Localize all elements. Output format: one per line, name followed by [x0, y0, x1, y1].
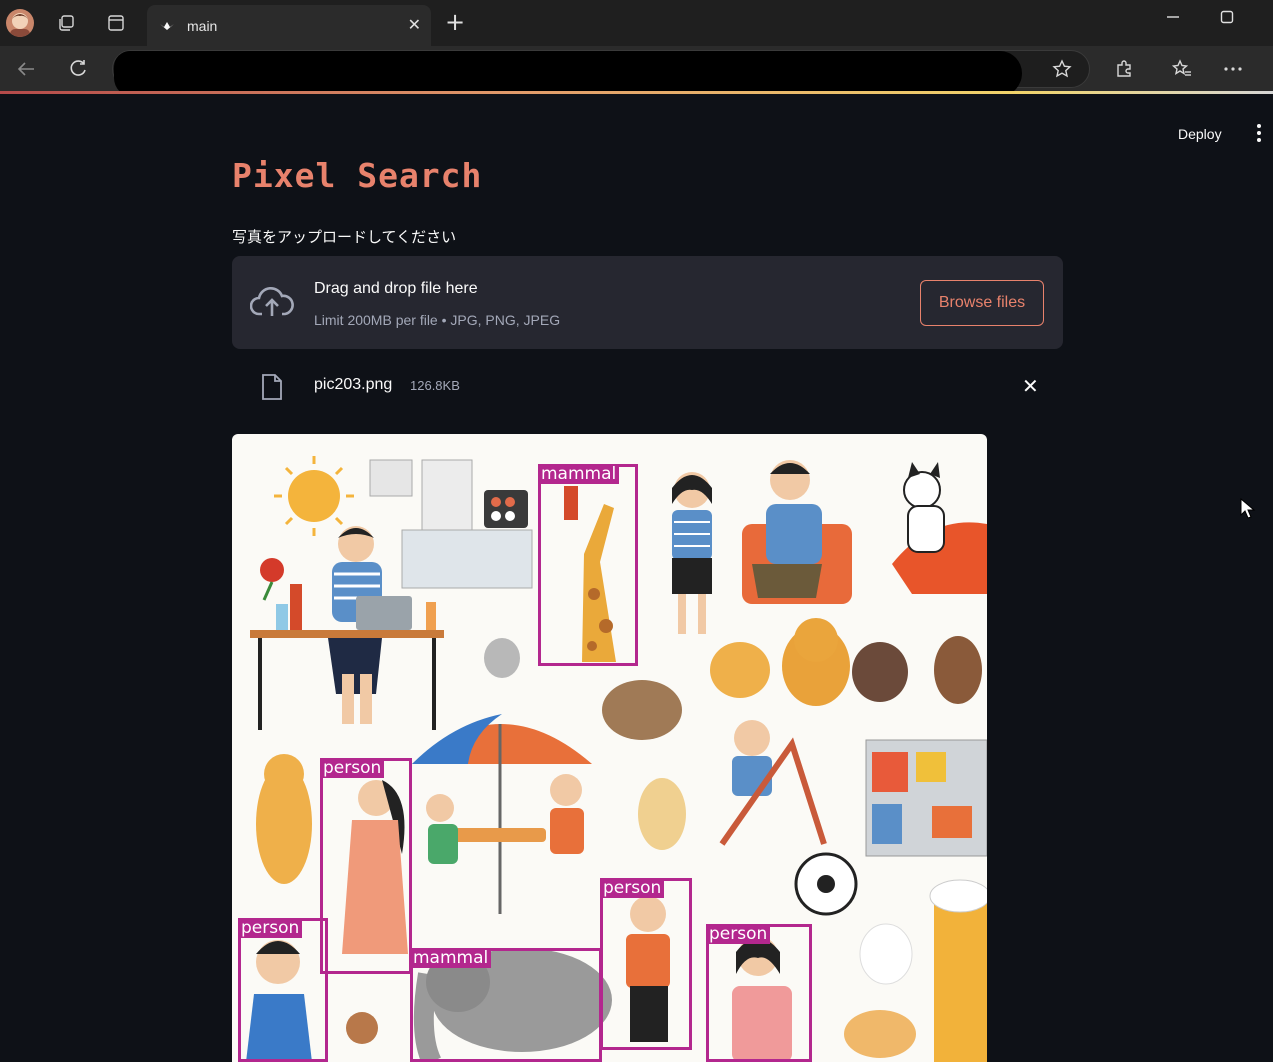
back-icon[interactable] [14, 57, 38, 81]
page-title: Pixel Search [232, 156, 483, 195]
dropzone-limits: Limit 200MB per file • JPG, PNG, JPEG [314, 312, 561, 328]
detection-box: mammal [410, 948, 602, 1062]
detection-box: person [320, 758, 412, 974]
dropzone-instruction: Drag and drop file here [314, 280, 478, 297]
main-menu-icon[interactable] [1254, 124, 1264, 144]
detection-box: person [600, 878, 692, 1050]
uploaded-file-name: pic203.png [314, 376, 393, 393]
workspaces-icon[interactable] [53, 10, 79, 36]
detection-label: person [238, 918, 303, 938]
detection-label: mammal [538, 464, 620, 484]
cloud-upload-icon [250, 286, 294, 316]
detection-box: person [706, 924, 812, 1062]
deploy-button[interactable]: Deploy [1178, 126, 1222, 142]
extensions-icon[interactable] [1112, 57, 1136, 81]
favorite-star-icon[interactable] [1050, 57, 1074, 81]
minimize-icon[interactable] [1166, 10, 1180, 28]
detection-result-image: mammal person person mammal person perso… [232, 434, 987, 1062]
app-main: Deploy Pixel Search 写真をアップロードしてください Drag… [0, 94, 1273, 1062]
new-tab-button[interactable]: + [445, 10, 465, 34]
streamlit-favicon-icon [160, 21, 174, 30]
browser-tab-bar: main ✕ + [0, 0, 1273, 46]
file-dropzone[interactable]: Drag and drop file here Limit 200MB per … [232, 256, 1063, 349]
maximize-icon[interactable] [1220, 10, 1234, 28]
detection-label: mammal [410, 948, 492, 968]
browse-files-button[interactable]: Browse files [920, 280, 1044, 326]
file-icon [262, 374, 282, 400]
tab-title: main [187, 17, 218, 34]
tab-main[interactable]: main ✕ [147, 5, 431, 46]
tab-close-icon[interactable]: ✕ [408, 15, 421, 34]
profile-avatar[interactable] [6, 9, 34, 37]
detection-label: person [706, 924, 771, 944]
reload-icon[interactable] [66, 57, 90, 81]
detection-box: person [238, 918, 328, 1062]
remove-file-icon[interactable]: ✕ [1022, 374, 1039, 398]
detection-label: person [320, 758, 385, 778]
uploader-label: 写真をアップロードしてください [232, 228, 457, 246]
detection-box: mammal [538, 464, 638, 666]
detection-label: person [600, 878, 665, 898]
more-options-icon[interactable] [1221, 57, 1245, 81]
mouse-cursor-icon [1240, 498, 1256, 519]
uploaded-file-size: 126.8KB [410, 378, 460, 393]
favorites-icon[interactable] [1170, 57, 1194, 81]
tab-actions-icon[interactable] [103, 10, 129, 36]
